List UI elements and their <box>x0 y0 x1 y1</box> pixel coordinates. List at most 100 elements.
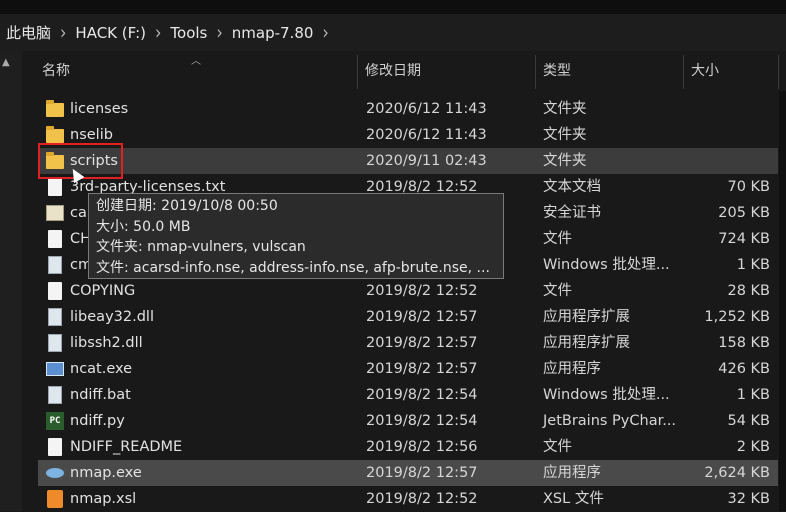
file-size: 2 KB <box>736 439 770 455</box>
file-icon <box>46 230 64 248</box>
file-size: 32 KB <box>727 491 770 507</box>
dll-icon <box>46 334 64 352</box>
exe-icon <box>46 360 64 378</box>
file-modified-date: 2020/9/11 02:43 <box>366 153 487 169</box>
chevron-right-icon[interactable]: › <box>216 21 222 44</box>
file-name: NDIFF_README <box>70 439 183 455</box>
folder-icon <box>46 126 64 144</box>
file-modified-date: 2019/8/2 12:57 <box>366 465 478 481</box>
file-type: 文件夹 <box>543 101 587 117</box>
file-size: 28 KB <box>727 283 770 299</box>
file-row[interactable]: ncat.exe 2019/8/2 12:57 应用程序 426 KB <box>38 356 778 382</box>
file-type: 文件夹 <box>543 153 587 169</box>
chevron-right-icon[interactable]: › <box>155 21 161 44</box>
tooltip-size: 大小: 50.0 MB <box>96 218 191 235</box>
file-size: 1,252 KB <box>704 309 770 325</box>
file-row[interactable]: scripts 2020/9/11 02:43 文件夹 <box>38 148 778 174</box>
file-row[interactable]: libeay32.dll 2019/8/2 12:57 应用程序扩展 1,252 KB <box>38 304 778 330</box>
file-row[interactable]: NDIFF_README 2019/8/2 12:56 文件 2 KB <box>38 434 778 460</box>
file-size: 724 KB <box>718 231 770 247</box>
file-type: 文件夹 <box>543 127 587 143</box>
file-name: ndiff.bat <box>70 387 131 403</box>
file-size: 2,624 KB <box>704 465 770 481</box>
dll-icon <box>46 308 64 326</box>
xsl-icon <box>46 490 64 508</box>
file-name: libeay32.dll <box>70 309 154 325</box>
column-header-date[interactable]: 修改日期 <box>365 51 421 91</box>
file-type: 文件 <box>543 439 572 455</box>
certificate-icon <box>46 204 64 222</box>
breadcrumb-this-pc[interactable]: 此电脑 <box>6 22 51 43</box>
file-name: ca <box>70 205 87 221</box>
file-modified-date: 2019/8/2 12:57 <box>366 335 478 351</box>
file-size: 1 KB <box>736 257 770 273</box>
file-row[interactable]: licenses 2020/6/12 11:43 文件夹 <box>38 96 778 122</box>
tooltip-created-date: 创建日期: 2019/10/8 00:50 <box>96 198 278 214</box>
file-modified-date: 2019/8/2 12:52 <box>366 283 478 299</box>
column-header-name[interactable]: 名称 <box>42 51 70 91</box>
file-modified-date: 2020/6/12 11:43 <box>366 101 487 117</box>
file-name: COPYING <box>70 283 136 299</box>
file-row[interactable]: nselib 2020/6/12 11:43 文件夹 <box>38 122 778 148</box>
chevron-right-icon[interactable]: › <box>322 21 328 44</box>
column-divider[interactable] <box>778 55 779 89</box>
scroll-up-arrow-icon[interactable]: ▲ <box>2 57 10 68</box>
right-scrollbar[interactable] <box>779 51 786 511</box>
file-size: 70 KB <box>727 179 770 195</box>
column-header-size[interactable]: 大小 <box>691 51 719 91</box>
file-icon <box>46 438 64 456</box>
file-type: 应用程序 <box>543 465 601 481</box>
column-divider[interactable] <box>357 55 358 89</box>
column-header-type[interactable]: 类型 <box>543 51 571 91</box>
column-divider[interactable] <box>683 55 684 89</box>
file-row[interactable]: nmap.xsl 2019/8/2 12:52 XSL 文件 32 KB <box>38 486 778 512</box>
breadcrumb-nmap[interactable]: nmap-7.80 <box>232 24 314 42</box>
title-bar-strip <box>0 0 786 14</box>
batch-file-icon <box>46 386 64 404</box>
file-modified-date: 2019/8/2 12:56 <box>366 439 478 455</box>
file-row[interactable]: PC ndiff.py 2019/8/2 12:54 JetBrains PyChar… <box>38 408 778 434</box>
tooltip-files: 文件: acarsd-info.nse, address-info.nse, a… <box>96 259 490 276</box>
file-row[interactable]: COPYING 2019/8/2 12:52 文件 28 KB <box>38 278 778 304</box>
chevron-right-icon[interactable]: › <box>60 21 66 44</box>
file-name: licenses <box>70 101 129 117</box>
pycharm-icon: PC <box>46 412 64 430</box>
file-type: 应用程序 <box>543 361 601 377</box>
left-scrollbar[interactable] <box>0 51 22 511</box>
file-type: 应用程序扩展 <box>543 309 630 325</box>
file-type: XSL 文件 <box>543 491 604 507</box>
breadcrumb-tools[interactable]: Tools <box>170 24 207 42</box>
column-header-row: 名称 修改日期 类型 大小 <box>22 51 786 91</box>
file-modified-date: 2019/8/2 12:54 <box>366 413 478 429</box>
file-name: ndiff.py <box>70 413 125 429</box>
batch-file-icon <box>46 256 64 274</box>
text-file-icon <box>46 178 64 196</box>
file-type: 应用程序扩展 <box>543 335 630 351</box>
folder-icon <box>46 100 64 118</box>
column-divider[interactable] <box>535 55 536 89</box>
file-modified-date: 2019/8/2 12:52 <box>366 491 478 507</box>
file-row[interactable]: ndiff.bat 2019/8/2 12:54 Windows 批处理... 1 K… <box>38 382 778 408</box>
file-type: Windows 批处理... <box>543 387 670 403</box>
file-row[interactable]: libssh2.dll 2019/8/2 12:57 应用程序扩展 158 KB <box>38 330 778 356</box>
file-type: JetBrains PyChar... <box>543 413 677 429</box>
file-type: 安全证书 <box>543 205 601 221</box>
folder-info-tooltip: 创建日期: 2019/10/8 00:50 大小: 50.0 MB 文件夹: n… <box>88 193 504 279</box>
file-size: 158 KB <box>718 335 770 351</box>
file-type: 文件 <box>543 231 572 247</box>
file-modified-date: 2019/8/2 12:57 <box>366 309 478 325</box>
file-size: 205 KB <box>718 205 770 221</box>
file-name: ncat.exe <box>70 361 133 377</box>
file-name: nmap.xsl <box>70 491 137 507</box>
nmap-eye-icon <box>46 464 64 482</box>
file-row[interactable]: nmap.exe 2019/8/2 12:57 应用程序 2,624 KB <box>38 460 778 486</box>
sort-ascending-icon: ︿ <box>191 56 201 67</box>
file-icon <box>46 282 64 300</box>
file-name: nmap.exe <box>70 465 142 481</box>
file-modified-date: 2019/8/2 12:57 <box>366 361 478 377</box>
breadcrumb-drive[interactable]: HACK (F:) <box>75 24 146 42</box>
file-type: 文本文档 <box>543 179 601 195</box>
file-modified-date: 2019/8/2 12:54 <box>366 387 478 403</box>
address-bar[interactable]: 此电脑 › HACK (F:) › Tools › nmap-7.80 › <box>0 14 786 51</box>
file-name: libssh2.dll <box>70 335 143 351</box>
